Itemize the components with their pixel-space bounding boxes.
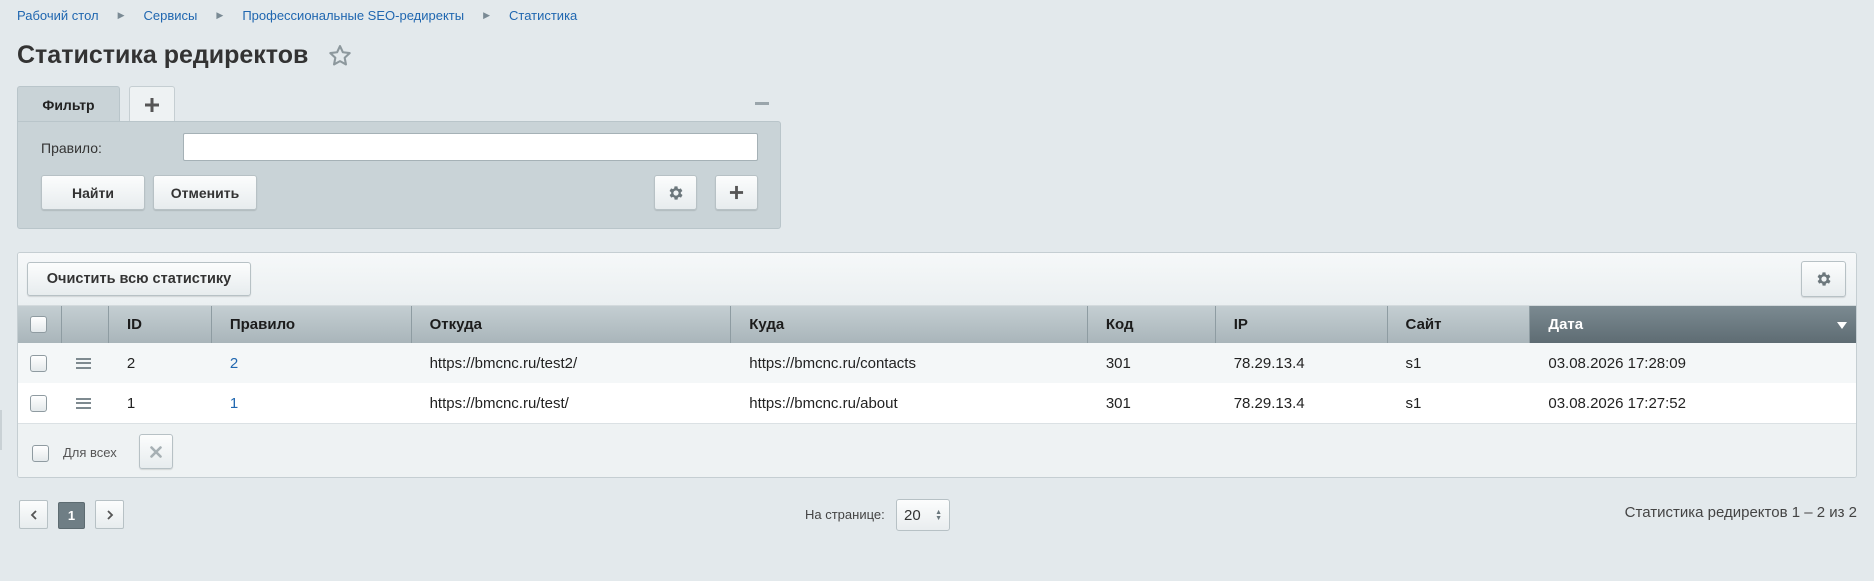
cell-date: 03.08.2026 17:27:52 (1548, 394, 1686, 412)
add-filter-tab-button[interactable] (129, 86, 175, 122)
breadcrumb-statistics[interactable]: Статистика (509, 8, 577, 23)
cell-date: 03.08.2026 17:28:09 (1548, 354, 1686, 372)
cell-rule: 2 (212, 343, 412, 383)
next-page-button[interactable] (95, 500, 124, 529)
cell-code: 301 (1105, 354, 1131, 372)
cell-id: 1 (126, 394, 136, 412)
breadcrumb-separator-icon: ▶ (483, 9, 490, 20)
per-page-value: 20 (904, 506, 921, 524)
cancel-button[interactable]: Отменить (153, 175, 257, 210)
menu-icon[interactable] (75, 397, 91, 409)
column-header-code[interactable]: Код (1088, 306, 1216, 343)
cell-id: 2 (126, 354, 136, 372)
per-page-label: На странице: (805, 507, 885, 522)
per-page-select[interactable]: 20 ▲ ▼ (896, 499, 950, 531)
page-title: Статистика редиректов (17, 41, 309, 69)
menu-icon[interactable] (75, 357, 91, 369)
grid-header: ID Правило Откуда Куда Код IP Сайт Дата (18, 306, 1856, 343)
filter-panel: Правило: Найти Отменить (17, 121, 781, 229)
grid-toolbar: Очистить всю статистику (18, 253, 1856, 306)
plus-icon (145, 97, 159, 112)
row-checkbox-cell (18, 343, 62, 383)
tab-filter[interactable]: Фильтр (17, 86, 120, 122)
cell-site: s1 (1405, 354, 1422, 372)
chevron-left-icon (30, 509, 37, 520)
grid-settings-button[interactable] (1801, 261, 1846, 297)
rule-link[interactable]: 2 (230, 355, 238, 372)
column-header-date[interactable]: Дата (1530, 306, 1856, 343)
column-header-id[interactable]: ID (109, 306, 212, 343)
close-icon (150, 445, 162, 458)
column-header-ip[interactable]: IP (1216, 306, 1388, 343)
column-header-rule[interactable]: Правило (212, 306, 412, 343)
row-checkbox[interactable] (30, 394, 47, 412)
delete-selected-button[interactable] (139, 434, 173, 469)
filter-settings-button[interactable] (654, 175, 697, 210)
select-arrows-icon: ▲ ▼ (935, 509, 942, 522)
column-header-to[interactable]: Куда (731, 306, 1088, 343)
table-row[interactable]: 2 2 https://bmcnc.ru/test2/ https://bmcn… (18, 343, 1856, 383)
for-all-checkbox[interactable] (32, 445, 49, 462)
column-header-from[interactable]: Откуда (412, 306, 732, 343)
page-number-current[interactable]: 1 (58, 502, 85, 529)
cell-from: https://bmcnc.ru/test/ (429, 394, 569, 412)
chevron-right-icon (106, 509, 113, 520)
breadcrumb: Рабочий стол ▶ Сервисы ▶ Профессиональны… (17, 6, 577, 24)
row-checkbox[interactable] (30, 354, 47, 372)
cell-code: 301 (1105, 394, 1131, 412)
select-all-cell (18, 306, 62, 343)
cell-to: https://bmcnc.ru/contacts (749, 354, 916, 372)
gear-icon (669, 185, 683, 200)
star-icon[interactable] (326, 42, 354, 70)
sort-desc-icon (1837, 322, 1848, 329)
breadcrumb-separator-icon: ▶ (216, 9, 224, 20)
breadcrumb-services[interactable]: Сервисы (144, 8, 198, 23)
grid-footer: Для всех (18, 423, 1856, 477)
row-menu-cell (62, 383, 109, 423)
cell-rule: 1 (212, 383, 412, 423)
clear-statistics-button[interactable]: Очистить всю статистику (27, 262, 251, 296)
rule-link[interactable]: 1 (230, 395, 238, 412)
row-menu-cell (62, 343, 109, 383)
total-count: Статистика редиректов 1 – 2 из 2 (1624, 504, 1857, 521)
rule-field-label: Правило: (41, 140, 102, 156)
statistics-grid: Очистить всю статистику ID Правило Откуд… (17, 252, 1857, 478)
cell-from: https://bmcnc.ru/test2/ (429, 354, 578, 372)
left-panel-edge (0, 410, 2, 450)
add-filter-field-button[interactable] (715, 175, 758, 210)
minimize-icon[interactable] (755, 102, 769, 105)
prev-page-button[interactable] (19, 500, 48, 529)
actions-column-header (62, 306, 109, 343)
column-header-site[interactable]: Сайт (1388, 306, 1531, 343)
cell-site: s1 (1405, 394, 1422, 412)
breadcrumb-separator-icon: ▶ (117, 9, 125, 20)
for-all-label: Для всех (63, 445, 117, 460)
breadcrumb-desktop[interactable]: Рабочий стол (17, 8, 99, 23)
find-button[interactable]: Найти (41, 175, 145, 210)
rule-input[interactable] (183, 133, 758, 161)
breadcrumb-seo-redirects[interactable]: Профессиональные SEO-редиректы (242, 8, 464, 23)
plus-icon (729, 185, 744, 200)
row-checkbox-cell (18, 383, 62, 423)
table-row[interactable]: 1 1 https://bmcnc.ru/test/ https://bmcnc… (18, 383, 1856, 423)
gear-icon (1817, 272, 1831, 286)
cell-to: https://bmcnc.ru/about (749, 394, 898, 412)
cell-ip: 78.29.13.4 (1233, 354, 1305, 372)
column-header-date-label: Дата (1548, 316, 1584, 333)
select-all-checkbox[interactable] (30, 316, 47, 333)
cell-ip: 78.29.13.4 (1233, 394, 1305, 412)
